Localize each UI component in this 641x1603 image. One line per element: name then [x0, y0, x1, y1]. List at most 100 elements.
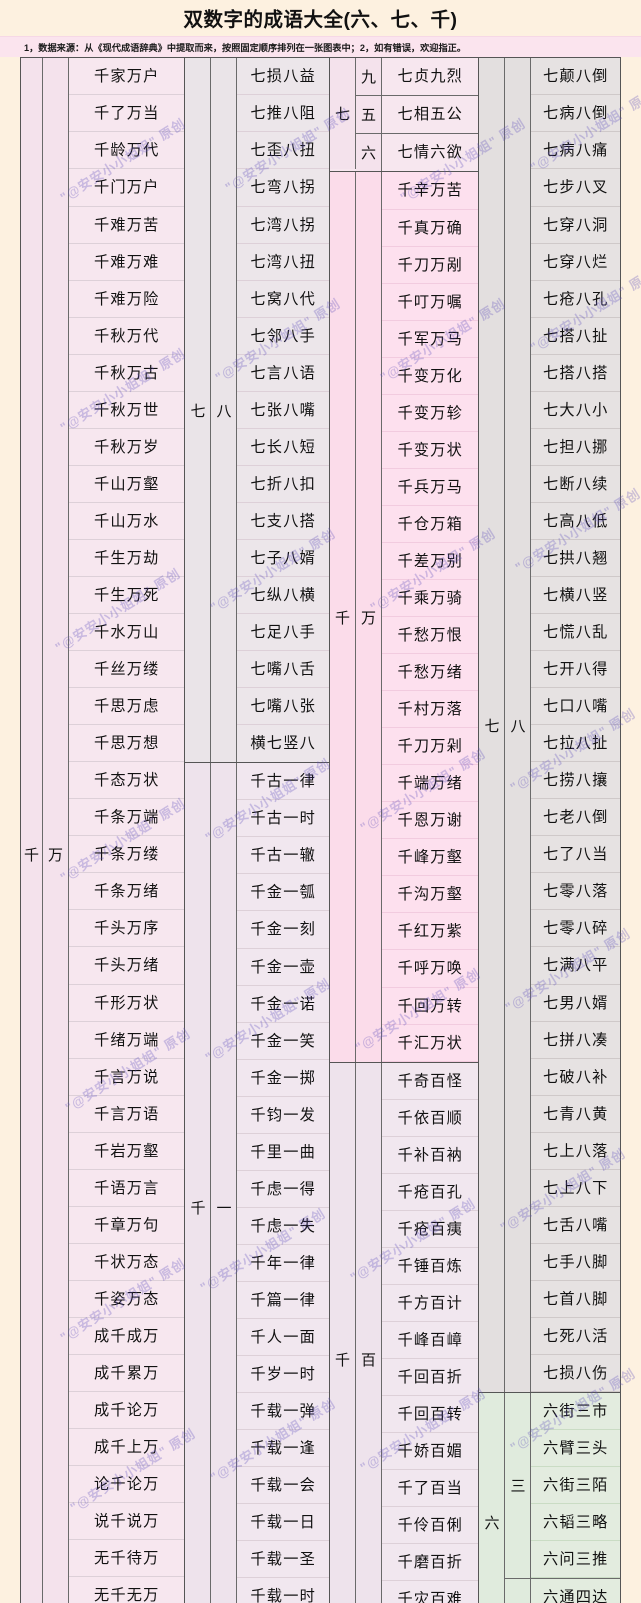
idiom-cell[interactable]: 千姿万态 [69, 1281, 185, 1318]
idiom-cell[interactable]: 千金一瓠 [237, 874, 329, 912]
idiom-cell[interactable]: 千载一会 [237, 1467, 329, 1505]
idiom-cell[interactable]: 七搭八扯 [531, 318, 620, 355]
idiom-cell[interactable]: 千方百计 [381, 1285, 479, 1322]
idiom-cell[interactable]: 七破八补 [531, 1059, 620, 1096]
idiom-cell[interactable]: 千古一时 [237, 800, 329, 838]
idiom-cell[interactable]: 千年一律 [237, 1245, 329, 1282]
idiom-cell[interactable]: 七死八活 [531, 1318, 620, 1355]
idiom-cell[interactable]: 千乘万骑 [381, 580, 479, 618]
idiom-cell[interactable]: 千疮百痍 [381, 1211, 479, 1248]
idiom-cell[interactable]: 千条万缕 [69, 836, 185, 874]
idiom-cell[interactable]: 千汇万状 [381, 1025, 479, 1062]
idiom-cell[interactable]: 千金一诺 [237, 986, 329, 1023]
idiom-cell[interactable]: 千言万语 [69, 1096, 185, 1133]
idiom-cell[interactable]: 无千待万 [69, 1540, 185, 1578]
idiom-cell[interactable]: 千秋万代 [69, 318, 185, 355]
idiom-cell[interactable]: 七疮八孔 [531, 281, 620, 318]
idiom-cell[interactable]: 千叮万嘱 [381, 284, 479, 321]
idiom-cell[interactable]: 七病八痛 [531, 132, 620, 170]
idiom-cell[interactable]: 七上八落 [531, 1133, 620, 1170]
idiom-cell[interactable]: 七嘴八张 [237, 688, 329, 726]
idiom-cell[interactable]: 千兵万马 [381, 469, 479, 506]
idiom-cell[interactable]: 千山万壑 [69, 466, 185, 503]
idiom-cell[interactable]: 千头万绪 [69, 947, 185, 985]
idiom-cell[interactable]: 七男八婿 [531, 985, 620, 1022]
idiom-cell[interactable]: 千难万难 [69, 244, 185, 281]
idiom-cell[interactable]: 千水万山 [69, 614, 185, 652]
idiom-cell[interactable]: 千金一刻 [237, 911, 329, 949]
idiom-cell[interactable]: 七穿八洞 [531, 207, 620, 244]
idiom-cell[interactable]: 千金一笑 [237, 1023, 329, 1060]
idiom-cell[interactable]: 千了百当 [381, 1470, 479, 1508]
idiom-cell[interactable]: 千端万绪 [381, 765, 479, 803]
idiom-cell[interactable]: 千锤百炼 [381, 1248, 479, 1285]
idiom-cell[interactable]: 七子八婿 [237, 540, 329, 577]
idiom-cell[interactable]: 千变万状 [381, 432, 479, 469]
idiom-cell[interactable]: 七搭八搭 [531, 355, 620, 392]
idiom-cell[interactable]: 七横八竖 [531, 577, 620, 615]
idiom-cell[interactable]: 七老八倒 [531, 799, 620, 837]
idiom-cell[interactable]: 成千上万 [69, 1429, 185, 1467]
idiom-cell[interactable]: 千人一面 [237, 1319, 329, 1357]
idiom-cell[interactable]: 千变万化 [381, 358, 479, 395]
idiom-cell[interactable]: 千章万句 [69, 1207, 185, 1244]
idiom-cell[interactable]: 千秋万古 [69, 355, 185, 392]
idiom-cell[interactable]: 千绪万端 [69, 1022, 185, 1059]
idiom-cell[interactable]: 千生万劫 [69, 540, 185, 577]
idiom-cell[interactable]: 七窝八代 [237, 281, 329, 318]
idiom-cell[interactable]: 七病八倒 [531, 95, 620, 133]
idiom-cell[interactable]: 千生万死 [69, 577, 185, 615]
idiom-cell[interactable]: 七高八低 [531, 503, 620, 540]
idiom-cell[interactable]: 六街三市 [531, 1393, 620, 1431]
idiom-cell[interactable]: 七长八短 [237, 429, 329, 466]
idiom-cell[interactable]: 六街三陌 [531, 1467, 620, 1505]
idiom-cell[interactable]: 七零八落 [531, 873, 620, 911]
idiom-cell[interactable]: 七邻八手 [237, 318, 329, 355]
idiom-cell[interactable]: 七颠八倒 [531, 58, 620, 96]
idiom-cell[interactable]: 千回百折 [381, 1359, 479, 1397]
idiom-cell[interactable]: 七支八搭 [237, 503, 329, 540]
idiom-cell[interactable]: 七拉八扯 [531, 725, 620, 763]
idiom-cell[interactable]: 千头万序 [69, 910, 185, 948]
idiom-cell[interactable]: 成千累万 [69, 1355, 185, 1393]
idiom-cell[interactable]: 千难万险 [69, 281, 185, 318]
idiom-cell[interactable]: 千沟万壑 [381, 876, 479, 914]
idiom-cell[interactable]: 七张八嘴 [237, 392, 329, 429]
idiom-cell[interactable]: 千金一掷 [237, 1060, 329, 1097]
idiom-cell[interactable]: 千磨百折 [381, 1544, 479, 1582]
idiom-cell[interactable]: 千愁万绪 [381, 654, 479, 692]
idiom-cell[interactable]: 成千成万 [69, 1318, 185, 1355]
idiom-cell[interactable]: 千秋万岁 [69, 429, 185, 466]
idiom-cell[interactable]: 说千说万 [69, 1503, 185, 1541]
idiom-cell[interactable]: 七捞八攘 [531, 762, 620, 800]
idiom-cell[interactable]: 千条万绪 [69, 873, 185, 911]
idiom-cell[interactable]: 千语万言 [69, 1170, 185, 1207]
idiom-cell[interactable]: 千丝万缕 [69, 651, 185, 689]
idiom-cell[interactable]: 千思万虑 [69, 688, 185, 726]
idiom-cell[interactable]: 七歪八扭 [237, 132, 329, 170]
idiom-cell[interactable]: 七上八下 [531, 1170, 620, 1207]
idiom-cell[interactable]: 千真万确 [381, 210, 479, 247]
idiom-cell[interactable]: 七口八嘴 [531, 688, 620, 726]
idiom-cell[interactable]: 六通四达 [531, 1579, 620, 1603]
idiom-cell[interactable]: 千娇百媚 [381, 1433, 479, 1471]
idiom-cell[interactable]: 千呼万唤 [381, 950, 479, 988]
idiom-cell[interactable]: 千门万户 [69, 169, 185, 207]
idiom-cell[interactable]: 七足八手 [237, 614, 329, 652]
idiom-cell[interactable]: 千金一壶 [237, 949, 329, 986]
idiom-cell[interactable]: 千难万苦 [69, 207, 185, 244]
idiom-cell[interactable]: 千里一曲 [237, 1134, 329, 1171]
idiom-cell[interactable]: 七折八扣 [237, 466, 329, 503]
idiom-cell[interactable]: 千家万户 [69, 58, 185, 96]
idiom-cell[interactable]: 论千论万 [69, 1466, 185, 1504]
idiom-cell[interactable]: 千载一日 [237, 1504, 329, 1542]
idiom-cell[interactable]: 千峰万壑 [381, 839, 479, 877]
idiom-cell[interactable]: 千差万别 [381, 543, 479, 580]
idiom-cell[interactable]: 七拼八凑 [531, 1022, 620, 1059]
idiom-cell[interactable]: 七手八脚 [531, 1244, 620, 1281]
idiom-cell[interactable]: 七断八续 [531, 466, 620, 503]
idiom-cell[interactable]: 七步八叉 [531, 169, 620, 207]
idiom-cell[interactable]: 千思万想 [69, 725, 185, 763]
idiom-cell[interactable]: 七湾八拐 [237, 207, 329, 244]
idiom-cell[interactable]: 千刀万剁 [381, 728, 479, 766]
